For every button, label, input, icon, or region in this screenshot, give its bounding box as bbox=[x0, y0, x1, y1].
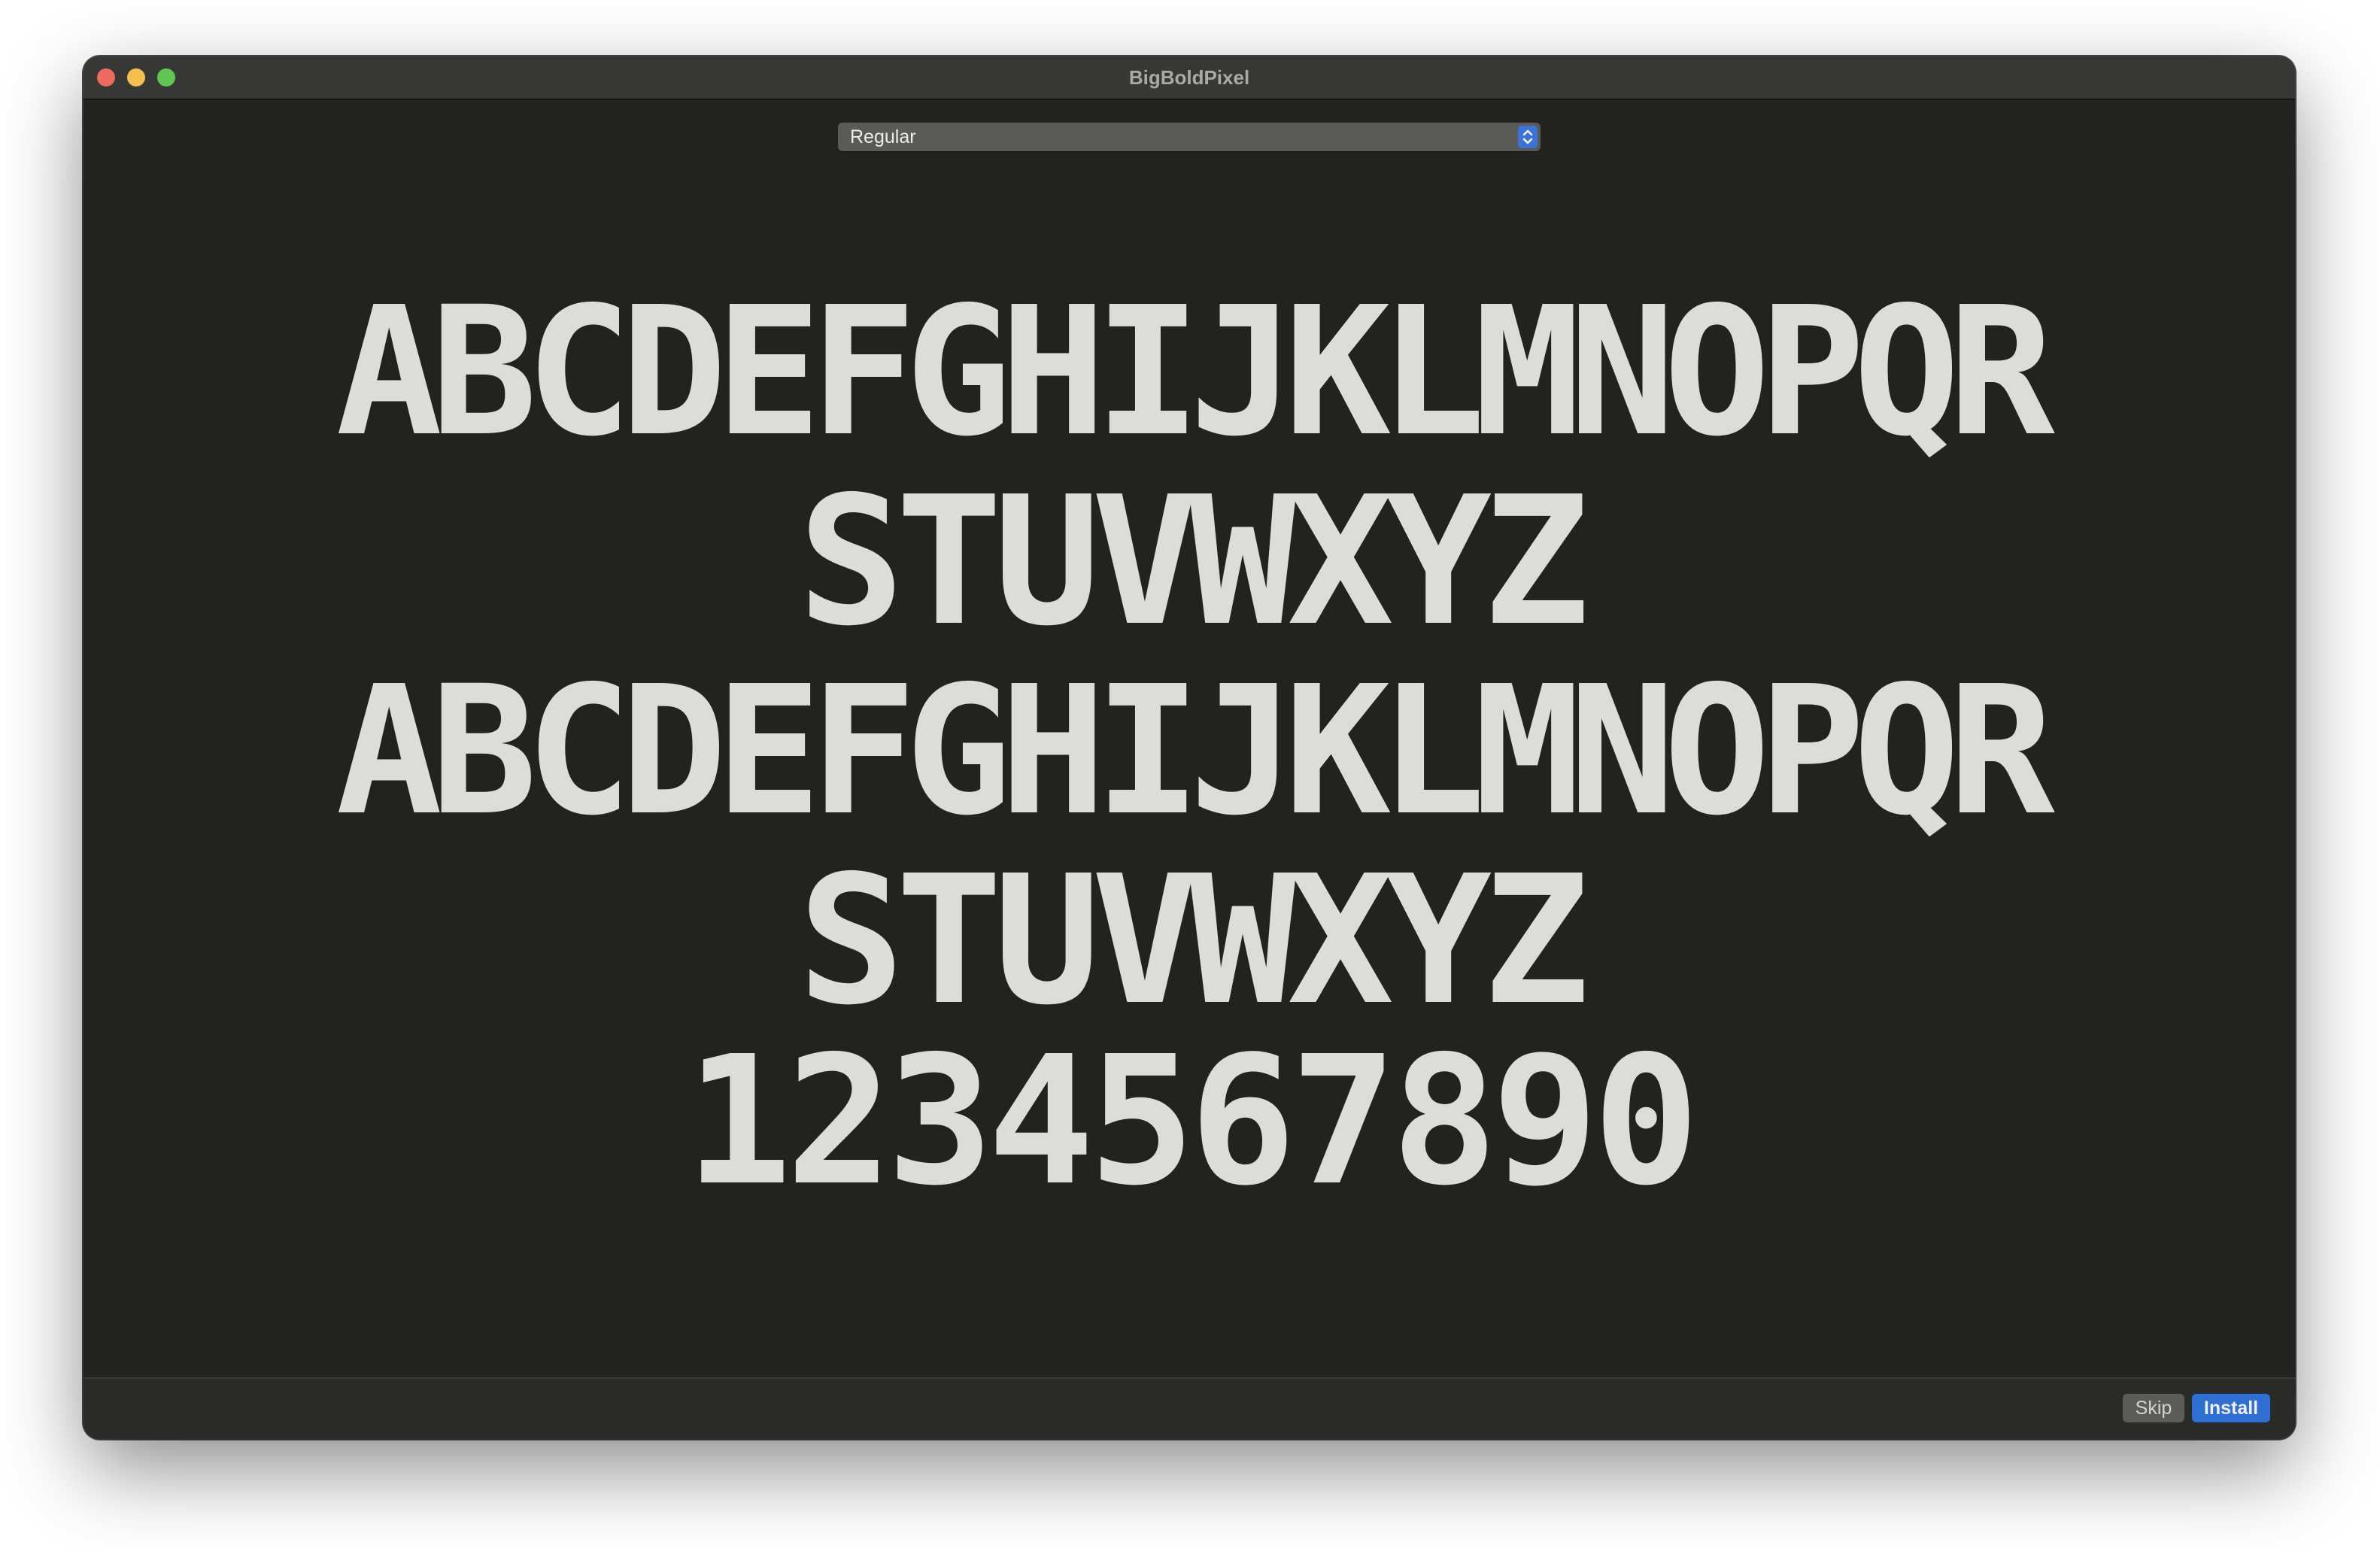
font-style-select[interactable]: Regular bbox=[838, 123, 1541, 151]
skip-button[interactable]: Skip bbox=[2123, 1394, 2184, 1422]
preview-line-uppercase-2: STUVWXYZ bbox=[797, 458, 1590, 665]
font-preview-area: ABCDEFGHIJKLMNOPQR STUVWXYZ ABCDEFGHIJKL… bbox=[83, 282, 2295, 1275]
window-title: BigBoldPixel bbox=[1128, 66, 1250, 89]
chevron-up-down-icon bbox=[1518, 126, 1538, 148]
footer-bar: Skip Install bbox=[83, 1377, 2295, 1439]
title-bar[interactable]: BigBoldPixel bbox=[83, 56, 2295, 100]
preview-line-uppercase-1: ABCDEFGHIJKLMNOPQR bbox=[335, 269, 2055, 475]
font-preview-window: BigBoldPixel Regular ABCDEFGHIJKLMNOPQR … bbox=[83, 56, 2295, 1439]
preview-line-lowercase-1: ABCDEFGHIJKLMNOPQR bbox=[335, 648, 2055, 854]
font-style-value: Regular bbox=[850, 126, 916, 147]
install-button[interactable]: Install bbox=[2192, 1394, 2270, 1422]
preview-line-digits: 1234567890 bbox=[685, 1018, 1700, 1225]
preview-line-lowercase-2: STUVWXYZ bbox=[797, 837, 1590, 1044]
